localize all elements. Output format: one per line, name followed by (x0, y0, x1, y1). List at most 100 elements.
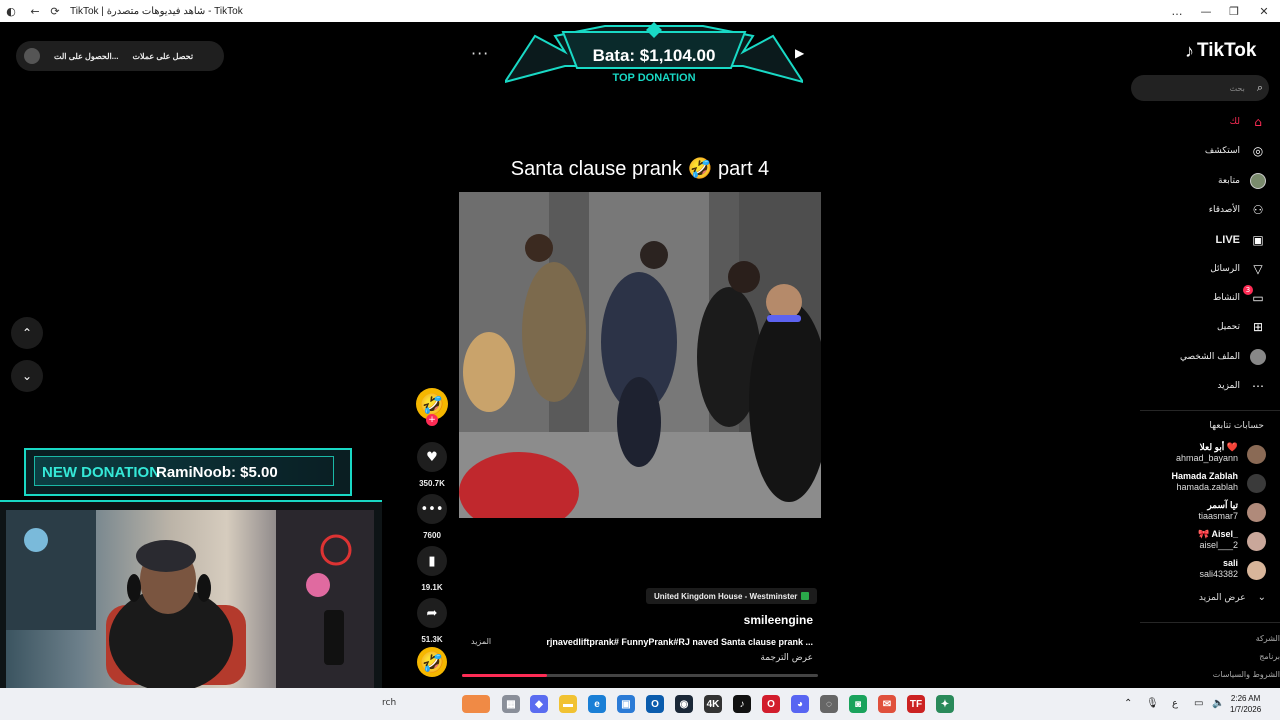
microphone-icon[interactable]: 🎙 (1146, 698, 1159, 709)
more-icon: ⋯ (1252, 379, 1264, 393)
nav-more[interactable]: المزيد ⋯ (1140, 376, 1280, 396)
coin-offer-1[interactable]: تحصل على عملات (132, 52, 193, 61)
game-app-icon[interactable]: ✦ (936, 695, 954, 713)
video-progress-bar[interactable] (462, 674, 818, 677)
search-input[interactable]: بحث ⌕ (1131, 75, 1269, 101)
maximize-icon[interactable]: ❐ (1219, 0, 1249, 22)
following-account[interactable]: Hamada Zablah hamada.zablah (1130, 471, 1280, 495)
sidebar-divider (1140, 622, 1280, 623)
obs-icon[interactable]: ◌ (820, 695, 838, 713)
back-icon[interactable]: ← (28, 4, 42, 18)
saves-count: 19.1K (421, 583, 443, 592)
nav-profile[interactable]: الملف الشخصي (1140, 347, 1280, 367)
comment-icon[interactable]: ••• (417, 494, 447, 524)
network-icon[interactable]: ▭ (1194, 698, 1203, 709)
nav-for-you[interactable]: لك ⌂ (1140, 112, 1280, 132)
footer-program-link[interactable]: برنامج (1259, 652, 1280, 661)
close-icon[interactable]: ✕ (1249, 0, 1279, 22)
follow-plus-icon[interactable]: + (426, 414, 438, 426)
nav-messages[interactable]: الرسائل ▽ (1140, 259, 1280, 279)
user-avatar (24, 48, 40, 64)
video-more-icon[interactable]: ··· (471, 44, 489, 63)
task-view-icon[interactable]: ▦ (502, 695, 520, 713)
tf-app-icon[interactable]: TF (907, 695, 925, 713)
profile-avatar-icon (1250, 349, 1266, 365)
coin-offer-2[interactable]: الحصول على الت... (54, 52, 118, 61)
streamer-webcam (0, 500, 382, 710)
outlook-icon[interactable]: O (646, 695, 664, 713)
nav-label: المزيد (1217, 381, 1240, 391)
nav-label: الأصدقاء (1208, 205, 1240, 215)
steam-icon[interactable]: ◉ (675, 695, 693, 713)
previous-video-button[interactable]: ⌃ (11, 317, 43, 349)
tiktok-taskbar-icon[interactable]: ♪ (733, 695, 751, 713)
store-icon[interactable]: ▣ (617, 695, 635, 713)
volume-icon[interactable]: 🔈 (1212, 698, 1224, 709)
nav-explore[interactable]: استكشف ◎ (1140, 141, 1280, 161)
clock-time: 2:26 AM (1230, 694, 1261, 703)
edge-icon[interactable]: e (588, 695, 606, 713)
following-title: حسابات تتابعها (1209, 421, 1264, 431)
video-player[interactable] (459, 192, 821, 518)
video-title: Santa clause prank 🤣 part 4 (510, 158, 770, 180)
file-explorer-icon[interactable]: ▬ (559, 695, 577, 713)
following-account[interactable]: أبو لعلا ❤️ ahmad_bayann (1130, 442, 1280, 466)
account-username: sali43382 (1199, 569, 1238, 579)
see-more-button[interactable]: عرض المزيد ⌄ (1199, 592, 1266, 603)
heart-icon[interactable]: ♥ (417, 442, 447, 472)
compass-icon: ◎ (1252, 144, 1264, 158)
minimize-icon[interactable]: — (1191, 0, 1221, 22)
chat-app-icon[interactable]: ◙ (849, 695, 867, 713)
bookmark-icon[interactable]: ▮ (417, 546, 447, 576)
following-account[interactable]: 🎀 Aisel_ aisel___2 (1130, 529, 1280, 553)
4k-app-icon[interactable]: 4K (704, 695, 722, 713)
nav-following[interactable]: متابعة (1140, 171, 1280, 191)
account-display-name: أبو لعلا ❤️ (1199, 442, 1238, 452)
progress-fill (462, 674, 548, 677)
copilot-icon[interactable]: ◆ (530, 695, 548, 713)
share-icon[interactable]: ➦ (417, 598, 447, 628)
search-icon[interactable]: ⌕ (1257, 81, 1263, 95)
mail-app-icon[interactable]: ✉ (878, 695, 896, 713)
webcam-feed (6, 510, 374, 692)
next-video-button[interactable]: ⌄ (11, 360, 43, 392)
nav-label: متابعة (1218, 176, 1240, 186)
taskbar-search-text[interactable]: rch (382, 698, 396, 708)
new-donation-label: NEW DONATION (42, 464, 161, 481)
language-indicator[interactable]: ع (1172, 698, 1178, 709)
account-username: ahmad_bayann (1175, 453, 1238, 463)
nav-live[interactable]: LIVE ▣ (1140, 230, 1280, 250)
taskbar-clock[interactable]: 2:26 AM 1/7/2026 (1230, 693, 1261, 715)
discord-icon[interactable]: ◕ (791, 695, 809, 713)
avatar-icon (1250, 173, 1266, 189)
opera-icon[interactable]: O (762, 695, 780, 713)
music-disc-icon[interactable]: 🤣 (417, 647, 447, 677)
location-chip[interactable]: United Kingdom House - Westminster (646, 588, 818, 604)
nav-activity[interactable]: النشاط ▭ 3 (1140, 285, 1280, 308)
tray-overflow-icon[interactable]: ⌃ (1124, 698, 1132, 709)
nav-friends[interactable]: الأصدقاء ⚇ (1140, 200, 1280, 220)
account-display-name: sali (1222, 558, 1238, 568)
new-donation-value: RamiNoob: $5.00 (156, 464, 278, 481)
browser-menu-icon[interactable]: … (1162, 0, 1192, 22)
tiktok-logo[interactable]: ♪ TikTok (1185, 40, 1256, 62)
comments-count: 7600 (423, 531, 441, 540)
account-display-name: 🎀 Aisel_ (1198, 529, 1238, 539)
following-account[interactable]: تيا آسمر tiaasmar7 (1130, 500, 1280, 524)
next-arrow-icon[interactable]: ▶ (795, 46, 804, 60)
taskbar-widget-icon[interactable] (462, 695, 490, 713)
reload-icon[interactable]: ⟳ (48, 4, 62, 18)
coin-offers-pill[interactable]: الحصول على الت... تحصل على عملات (16, 41, 224, 71)
account-avatar (1247, 474, 1266, 493)
top-donation-amount: Bata: $1,104.00 (592, 46, 716, 65)
following-account[interactable]: sali sali43382 (1130, 558, 1280, 582)
footer-company-link[interactable]: الشركة (1256, 634, 1280, 643)
nav-upload[interactable]: تحميل ⊞ (1140, 317, 1280, 337)
footer-terms-link[interactable]: الشروط والسياسات (1213, 670, 1280, 679)
author-name[interactable]: smileengine (700, 613, 813, 627)
home-icon: ⌂ (1254, 115, 1262, 129)
tiktok-note-icon: ♪ (1185, 40, 1194, 61)
nav-label: النشاط (1212, 293, 1240, 303)
see-translation-link[interactable]: عرض الترجمة (700, 653, 813, 663)
account-avatar (1247, 561, 1266, 580)
